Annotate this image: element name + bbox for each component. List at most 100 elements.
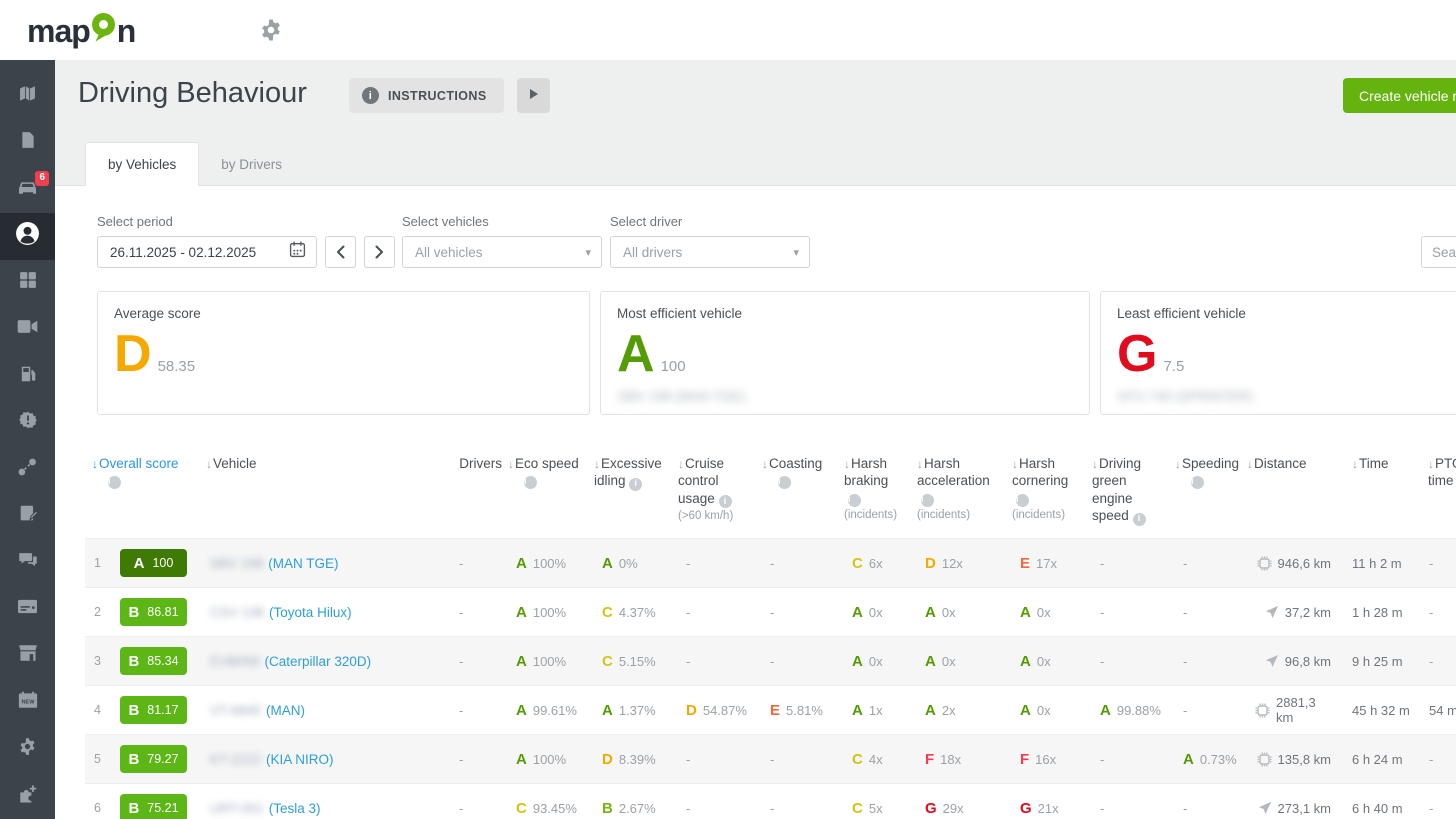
col-header-accel[interactable]: ↓Harsh accelerationi(incidents): [916, 451, 1011, 538]
sort-arrow-icon: ↓: [206, 457, 212, 471]
info-icon[interactable]: i: [629, 478, 642, 491]
info-icon[interactable]: i: [719, 495, 732, 508]
tab-by-vehicles[interactable]: by Vehicles: [85, 142, 199, 186]
speeding-cell: -: [1174, 801, 1246, 816]
grade-letter: G: [1117, 334, 1157, 376]
vehicle-link[interactable]: (Toyota Hilux): [269, 605, 352, 620]
alerts-icon: [19, 411, 37, 434]
sort-arrow-icon: ↓: [1175, 457, 1181, 471]
score-badge: A100: [120, 549, 187, 577]
sidebar-item-fuel[interactable]: [0, 353, 55, 400]
col-header-cruise[interactable]: ↓Cruise control usage i(>60 km/h): [677, 451, 761, 538]
col-header-drivers: Drivers: [450, 451, 507, 538]
logo-text-pre: map: [27, 13, 90, 50]
col-label: Cruise control usage: [678, 456, 724, 506]
pto-cell: -: [1424, 752, 1456, 767]
time-cell: 1 h 28 m: [1341, 605, 1424, 620]
settings-gear-icon[interactable]: [259, 18, 283, 47]
sidebar-item-tachograph[interactable]: [0, 586, 55, 633]
play-button[interactable]: [517, 78, 550, 113]
col-header-coasting[interactable]: ↓Coastingi: [761, 451, 843, 538]
table-body: 1 A100SBV 198(MAN TGE)-A100%A0%--C6xD12x…: [85, 538, 1456, 819]
sidebar-item-camera[interactable]: [0, 306, 55, 353]
period-value[interactable]: [110, 245, 289, 260]
col-header-overall[interactable]: ↓Overall score i: [85, 451, 205, 538]
gps-arrow-icon: [1258, 801, 1272, 815]
vehicles-select[interactable]: All vehicles ▾: [402, 236, 602, 268]
calendar-icon[interactable]: [289, 241, 306, 263]
sidebar-item-chat[interactable]: [0, 539, 55, 586]
sidebar-item-settings[interactable]: [0, 726, 55, 773]
eco-cell: A100%: [507, 555, 593, 572]
previous-period-button[interactable]: [325, 236, 356, 268]
info-icon[interactable]: i: [1191, 476, 1204, 489]
sort-arrow-icon: ↓: [678, 457, 684, 471]
sort-arrow-icon: ↓: [594, 457, 600, 471]
speeding-cell: -: [1174, 556, 1246, 571]
score-badge: B85.34: [120, 647, 187, 675]
instructions-button[interactable]: i INSTRUCTIONS: [349, 78, 504, 113]
eco-cell: A100%: [507, 751, 593, 768]
idling-cell: A0%: [593, 555, 677, 572]
distance-cell: 946,6 km: [1246, 556, 1341, 571]
sidebar-item-addons[interactable]: [0, 772, 55, 819]
tab-by-drivers[interactable]: by Drivers: [199, 142, 304, 186]
vehicle-link[interactable]: (KIA NIRO): [266, 752, 334, 767]
search-field[interactable]: [1421, 236, 1456, 268]
search-input[interactable]: [1432, 245, 1456, 260]
period-date-input[interactable]: [97, 236, 317, 268]
create-vehicle-report-button[interactable]: Create vehicle report: [1343, 78, 1456, 113]
col-header-braking[interactable]: ↓Harsh brakingi(incidents): [843, 451, 916, 538]
overall-score-cell: 2 B86.81: [85, 598, 205, 626]
info-icon[interactable]: i: [1016, 494, 1029, 507]
accel-cell: F18x: [916, 751, 1011, 768]
green-cell: -: [1091, 654, 1174, 669]
mapon-logo[interactable]: map n: [27, 12, 135, 51]
col-header-distance[interactable]: ↓Distance: [1246, 451, 1341, 538]
vehicle-link[interactable]: (Caterpillar 320D): [265, 654, 372, 669]
col-header-time[interactable]: ↓Time: [1341, 451, 1424, 538]
sidebar-item-marketplace[interactable]: [0, 633, 55, 680]
vehicle-plate-masked: SBV 198: [210, 556, 263, 571]
vehicle-link[interactable]: (MAN TGE): [268, 556, 338, 571]
col-label: Overall score: [99, 456, 179, 471]
cruise-cell: -: [677, 605, 761, 620]
col-header-pto[interactable]: ↓PTO time: [1424, 451, 1456, 538]
col-header-vehicle[interactable]: ↓Vehicle: [205, 451, 450, 538]
driver-select-value: All drivers: [623, 245, 682, 260]
next-period-button[interactable]: [364, 236, 395, 268]
vehicle-link[interactable]: (Tesla 3): [269, 801, 321, 816]
braking-cell: C6x: [843, 555, 916, 572]
sidebar-item-dashboard[interactable]: [0, 260, 55, 307]
sidebar-item-alerts[interactable]: [0, 399, 55, 446]
info-icon[interactable]: i: [108, 476, 121, 489]
sort-arrow-icon: ↓: [1092, 457, 1098, 471]
vehicle-cell: KT-2222(KIA NIRO): [205, 752, 450, 767]
sidebar-item-documents[interactable]: [0, 120, 55, 167]
info-icon[interactable]: i: [524, 476, 537, 489]
vehicle-link[interactable]: (MAN): [266, 703, 305, 718]
col-header-cornering[interactable]: ↓Harsh corneringi(incidents): [1011, 451, 1091, 538]
instructions-label: INSTRUCTIONS: [388, 89, 487, 103]
info-icon[interactable]: i: [1133, 513, 1146, 526]
overall-score-cell: 6 B75.21: [85, 794, 205, 819]
col-header-green[interactable]: ↓Driving green engine speed i: [1091, 451, 1174, 538]
sidebar-item-map[interactable]: [0, 73, 55, 120]
info-icon[interactable]: i: [778, 476, 791, 489]
sidebar-item-calendar-new[interactable]: NEW: [0, 679, 55, 726]
coasting-cell: -: [761, 556, 843, 571]
sidebar-item-routes[interactable]: [0, 446, 55, 493]
info-icon[interactable]: i: [921, 494, 934, 507]
col-header-eco[interactable]: ↓Eco speedi: [507, 451, 593, 538]
table-row: 3 B85.34EVB058(Caterpillar 320D)-A100%C5…: [85, 636, 1456, 685]
info-icon[interactable]: i: [848, 494, 861, 507]
driver-select[interactable]: All drivers ▾: [610, 236, 810, 268]
col-header-speeding[interactable]: ↓Speedingi: [1174, 451, 1246, 538]
sidebar-item-drivers[interactable]: [0, 213, 55, 260]
col-header-idling[interactable]: ↓Excessive idling i: [593, 451, 677, 538]
distance-cell: 135,8 km: [1246, 752, 1341, 767]
accel-cell: A0x: [916, 653, 1011, 670]
sidebar-item-fleet[interactable]: 6: [0, 166, 55, 213]
sidebar-item-tasks[interactable]: [0, 493, 55, 540]
sort-arrow-icon: ↓: [92, 457, 98, 471]
